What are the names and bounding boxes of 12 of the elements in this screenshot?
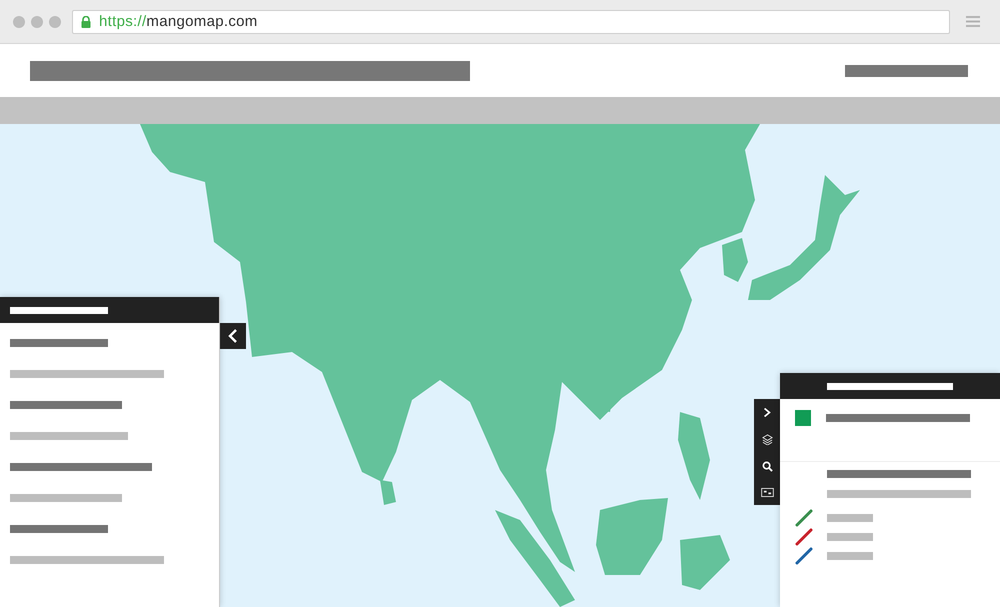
chevron-left-icon [228, 329, 238, 343]
url-text: https://mangomap.com [99, 13, 258, 30]
placeholder-bar [827, 532, 873, 540]
layers-icon[interactable] [762, 434, 772, 445]
lock-icon [81, 16, 91, 28]
placeholder-bar [827, 552, 873, 560]
search-icon[interactable] [762, 461, 772, 472]
address-bar[interactable]: https://mangomap.com [72, 10, 950, 34]
chevron-right-icon[interactable] [763, 407, 771, 418]
placeholder-bar [827, 514, 873, 522]
map-icon[interactable] [760, 488, 774, 497]
collapse-button[interactable] [220, 323, 246, 349]
